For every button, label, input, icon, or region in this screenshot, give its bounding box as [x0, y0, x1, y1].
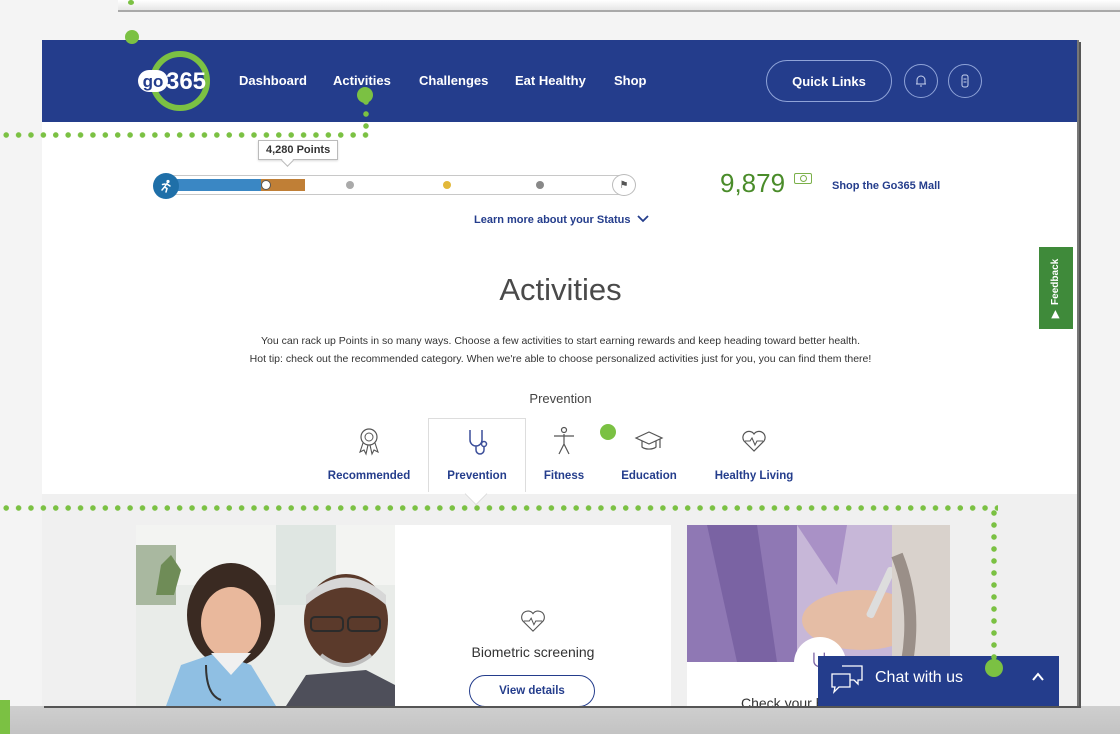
annotation-dotted-line: [991, 507, 997, 663]
browser-screen: go 365 Dashboard Activities Challenges E…: [42, 40, 1079, 706]
annotation-dotted-line: [0, 505, 998, 511]
nav-challenges[interactable]: Challenges: [419, 73, 488, 88]
intro-line-2: Hot tip: check out the recommended categ…: [249, 353, 872, 365]
learn-more-label: Learn more about your Status: [474, 214, 631, 226]
progress-marker: [261, 180, 271, 190]
notifications-button[interactable]: [904, 64, 938, 98]
device-button[interactable]: [948, 64, 982, 98]
tab-healthy-living[interactable]: Healthy Living: [706, 418, 802, 492]
card-photo-nurse-patient[interactable]: [136, 525, 395, 706]
chevron-down-icon: [636, 215, 649, 223]
chat-label: Chat with us: [875, 669, 964, 686]
tab-label: Education: [621, 470, 677, 482]
milestone-dot: [443, 181, 451, 189]
total-points: 9,879: [720, 168, 786, 198]
page-title: Activities: [499, 272, 622, 307]
card-title: Check your b: [741, 695, 824, 706]
tab-fitness[interactable]: Fitness: [534, 418, 594, 492]
nav-activities[interactable]: Activities: [333, 73, 391, 88]
milestone-dot: [346, 181, 354, 189]
wearable-device-icon: [961, 74, 969, 88]
tab-label: Fitness: [543, 470, 585, 482]
annotation-dot: [128, 0, 134, 5]
finish-flag-icon: ⚑: [612, 174, 636, 196]
quick-links-button[interactable]: Quick Links: [766, 60, 892, 102]
nav-eat-healthy[interactable]: Eat Healthy: [515, 73, 586, 88]
intro-line-1: You can rack up Points in so many ways. …: [260, 335, 861, 347]
runner-icon: [153, 173, 179, 199]
card-biometric-screening: Biometric screening View details: [395, 525, 671, 706]
play-icon: ▶: [1050, 310, 1062, 318]
tab-label: Prevention: [447, 470, 507, 482]
green-accent: [0, 700, 10, 734]
award-ribbon-icon: [359, 428, 379, 456]
annotation-dot: [600, 424, 616, 440]
annotation-dotted-line: [0, 132, 372, 138]
status-progress-bar: [160, 175, 632, 195]
stethoscope-icon: [469, 430, 488, 455]
person-figure-icon: [554, 426, 574, 455]
milestone-dot: [536, 181, 544, 189]
tab-prevention[interactable]: Prevention: [428, 418, 526, 492]
go365-logo[interactable]: go 365: [136, 48, 216, 114]
annotation-dot: [985, 659, 1003, 677]
chat-widget[interactable]: Chat with us: [818, 656, 1059, 706]
annotation-dot: [357, 87, 373, 103]
shop-mall-link[interactable]: Shop the Go365 Mall: [832, 180, 940, 192]
view-details-button[interactable]: View details: [469, 675, 595, 706]
annotation-dot: [125, 30, 139, 44]
category-heading: Prevention: [529, 391, 592, 406]
tab-label: Recommended: [327, 470, 411, 482]
heart-pulse-icon: [742, 430, 766, 452]
bell-icon: [916, 75, 926, 87]
tab-recommended[interactable]: Recommended: [320, 418, 418, 492]
heart-pulse-icon: [521, 610, 545, 632]
top-navbar: go 365 Dashboard Activities Challenges E…: [42, 40, 1079, 122]
svg-text:365: 365: [166, 68, 206, 95]
card-title: Biometric screening: [471, 644, 595, 660]
device-frame-top: [118, 0, 1120, 12]
graduation-cap-icon: [634, 431, 664, 450]
device-frame-bottom: [0, 706, 1120, 734]
points-tooltip: 4,280 Points: [258, 140, 339, 160]
cash-icon: [794, 173, 812, 184]
chevron-up-icon[interactable]: [1032, 672, 1044, 681]
chat-bubbles-icon: [831, 665, 863, 694]
nav-dashboard[interactable]: Dashboard: [239, 73, 307, 88]
svg-text:go: go: [143, 72, 164, 91]
tab-education[interactable]: Education: [610, 418, 688, 492]
learn-more-status-link[interactable]: Learn more about your Status: [474, 214, 649, 226]
tab-label: Healthy Living: [714, 470, 794, 482]
nav-shop[interactable]: Shop: [614, 73, 647, 88]
screen-edge: [1077, 40, 1079, 706]
